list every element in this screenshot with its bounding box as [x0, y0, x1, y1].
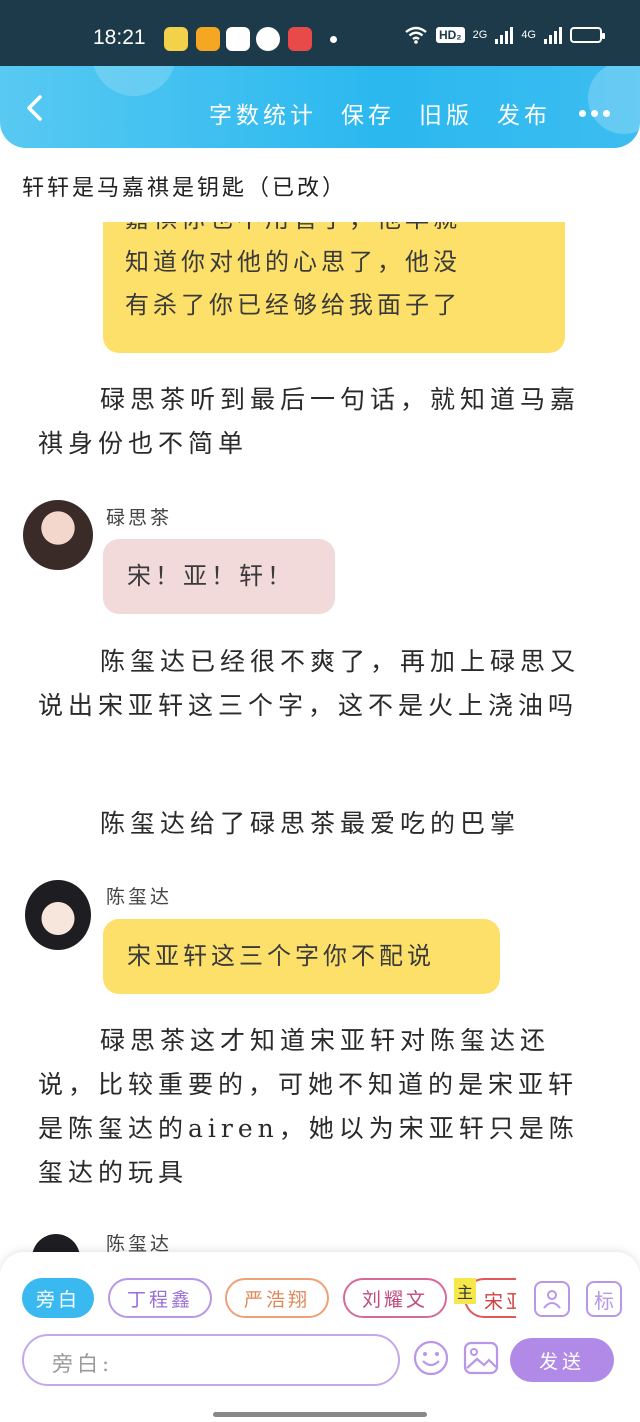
dialogue-bubble[interactable]: 嘉祺你也不用管了，他早就 知道你对他的心思了，他没 有杀了你已经够给我面子了	[103, 222, 565, 353]
tag-button-label: 标	[594, 1288, 614, 1313]
character-chip[interactable]: 刘耀文	[343, 1278, 447, 1318]
send-label: 发送	[538, 1350, 585, 1373]
chip-label: 刘耀文	[361, 1288, 428, 1311]
emoji-icon[interactable]	[412, 1339, 450, 1377]
avatar[interactable]	[25, 880, 91, 950]
input-placeholder: 旁白:	[52, 1352, 114, 1376]
status-right-icons: HD₂ 2G 4G	[404, 26, 605, 44]
dialogue-bubble[interactable]: 宋亚轩这三个字你不配说	[103, 919, 500, 994]
wechat-notification-icon	[256, 27, 280, 51]
character-manage-icon[interactable]	[534, 1281, 570, 1317]
status-time: 18:21	[93, 26, 146, 49]
signal-2g-icon	[495, 26, 514, 44]
chip-label: 严浩翔	[243, 1288, 310, 1311]
home-indicator[interactable]	[213, 1412, 427, 1417]
narration-paragraph[interactable]: 碌思茶这才知道宋亚轩对陈玺达还说，比较重要的，可她不知道的是宋亚轩是陈玺达的ai…	[38, 1019, 598, 1195]
signal-4g-icon	[544, 26, 562, 44]
image-icon[interactable]	[462, 1339, 500, 1377]
status-bar: 18:21 HD₂ 2G 4G	[0, 0, 640, 66]
publish-button[interactable]: 发布	[497, 96, 551, 130]
tag-button[interactable]: 标	[586, 1281, 622, 1317]
chip-label: 宋亚	[484, 1291, 516, 1313]
character-chip-partial[interactable]: 宋亚 主	[454, 1278, 516, 1318]
character-chip[interactable]: 丁程鑫	[108, 1278, 212, 1318]
story-content[interactable]: 嘉祺你也不用管了，他早就 知道你对他的心思了，他没 有杀了你已经够给我面子了 碌…	[0, 222, 640, 1252]
speaker-name: 陈玺达	[106, 1233, 173, 1252]
old-version-button[interactable]: 旧版	[419, 96, 473, 130]
avatar[interactable]	[32, 1234, 80, 1252]
dialogue-bubble[interactable]: 宋！亚！轩！	[103, 539, 335, 614]
wifi-icon	[405, 26, 427, 44]
weibo-notification-icon	[196, 27, 220, 51]
more-menu-icon[interactable]	[579, 109, 610, 117]
video-notification-icon	[288, 27, 312, 51]
network-2g-label: 2G	[472, 29, 488, 41]
word-count-button[interactable]: 字数统计	[209, 96, 317, 130]
bubble-line: 知道你对他的心思了，他没	[125, 248, 461, 276]
decorative-bubble	[92, 66, 176, 96]
speaker-name: 陈玺达	[106, 886, 173, 908]
bubble-text: 宋！亚！轩！	[127, 562, 295, 590]
character-chip-narrator[interactable]: 旁白	[22, 1278, 94, 1318]
narration-paragraph[interactable]: 陈玺达已经很不爽了，再加上碌思又说出宋亚轩这三个字，这不是火上浇油吗	[38, 640, 598, 728]
document-title[interactable]: 轩轩是马嘉祺是钥匙（已改）	[22, 170, 347, 202]
save-button[interactable]: 保存	[341, 96, 395, 130]
bubble-text: 宋亚轩这三个字你不配说	[127, 942, 435, 970]
chip-label: 旁白	[35, 1288, 80, 1311]
narration-paragraph[interactable]: 碌思茶听到最后一句话，就知道马嘉祺身份也不简单	[38, 378, 598, 466]
character-chip[interactable]: 严浩翔	[225, 1278, 329, 1318]
bubble-line: 有杀了你已经够给我面子了	[125, 291, 461, 319]
composer-panel: 旁白 丁程鑫 严浩翔 刘耀文 宋亚 主 标 旁白: 发送	[0, 1252, 640, 1422]
speaker-name: 碌思茶	[106, 507, 173, 529]
message-input[interactable]: 旁白:	[22, 1334, 400, 1386]
network-4g-label: 4G	[521, 29, 536, 41]
hd-badge: HD₂	[435, 27, 465, 43]
chip-label: 丁程鑫	[126, 1288, 193, 1311]
app-notification-icon	[164, 27, 188, 51]
header-actions: 字数统计 保存 旧版 发布	[209, 96, 610, 130]
app-notification-icon	[226, 27, 250, 51]
back-arrow-icon[interactable]	[22, 94, 50, 122]
bubble-line: 嘉祺你也不用管了，他早就	[125, 222, 543, 241]
send-button[interactable]: 发送	[510, 1338, 614, 1382]
avatar[interactable]	[23, 500, 93, 570]
more-notifications-dot	[330, 36, 337, 43]
main-character-badge: 主	[454, 1278, 477, 1304]
title-bar: 轩轩是马嘉祺是钥匙（已改）	[0, 148, 640, 222]
narration-paragraph[interactable]: 陈玺达给了碌思茶最爱吃的巴掌	[38, 802, 598, 846]
battery-icon	[570, 27, 605, 43]
app-header: 字数统计 保存 旧版 发布	[0, 66, 640, 148]
